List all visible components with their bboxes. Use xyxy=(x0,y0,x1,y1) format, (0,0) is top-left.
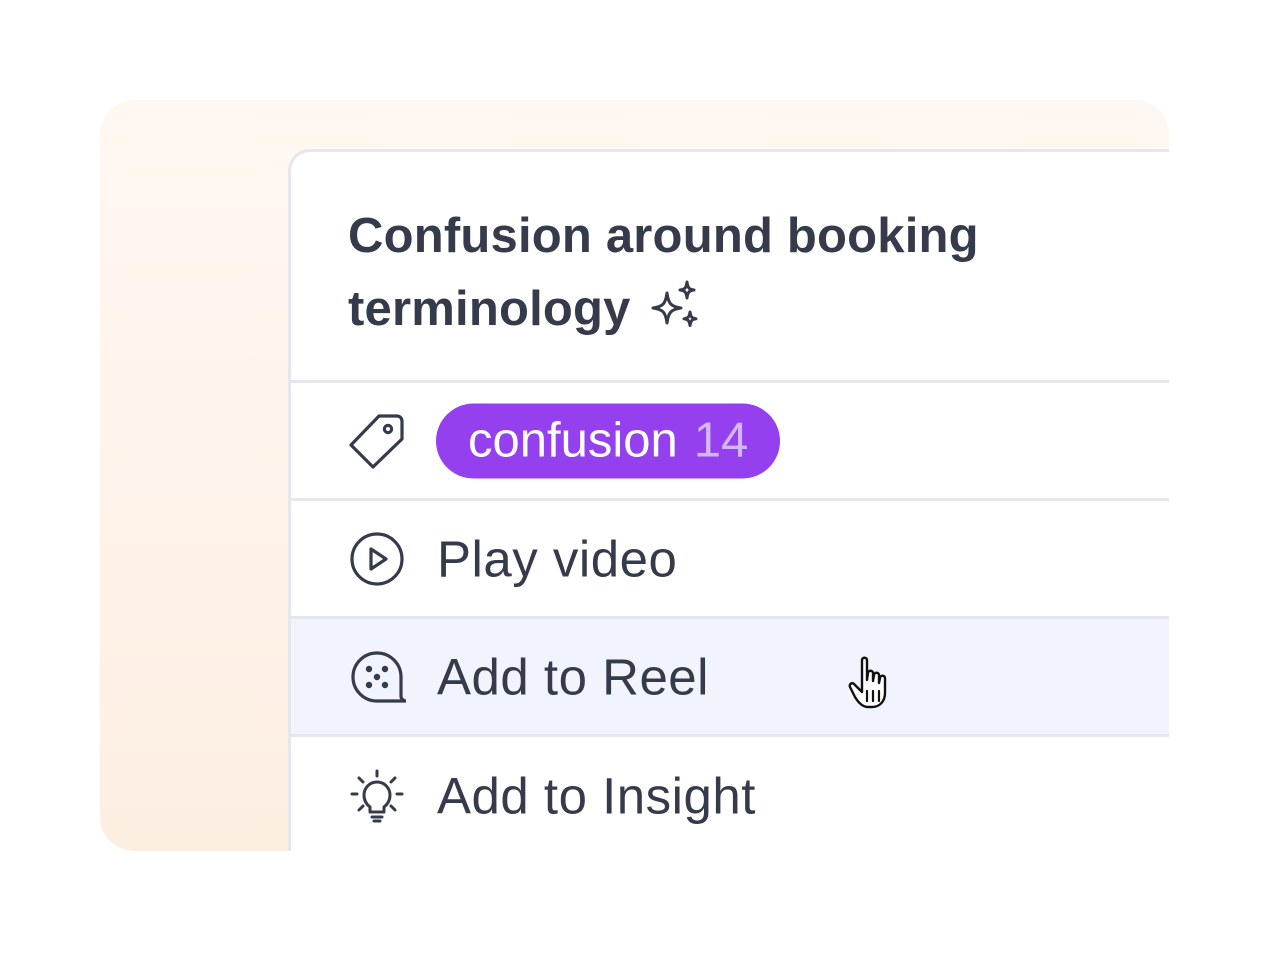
menu-item-play-video[interactable]: Play video xyxy=(291,501,1169,619)
tag-count: 14 xyxy=(693,413,749,468)
film-reel-icon xyxy=(351,650,406,703)
sparkles-icon xyxy=(651,280,698,328)
stage: Confusion around booking terminology con… xyxy=(0,0,1271,953)
lightbulb-icon xyxy=(350,769,404,823)
tag-label: confusion xyxy=(468,413,678,468)
title-block: Confusion around booking terminology xyxy=(291,152,1169,383)
play-video-label: Play video xyxy=(437,530,678,587)
confusion-tag[interactable]: confusion 14 xyxy=(436,403,781,478)
add-to-reel-label: Add to Reel xyxy=(437,648,710,705)
hand-pointer-icon xyxy=(848,656,887,709)
tag-icon xyxy=(349,413,404,469)
menu-item-add-to-reel[interactable]: Add to Reel xyxy=(291,619,1169,737)
insight-panel: Confusion around booking terminology con… xyxy=(288,149,1169,851)
add-to-insight-label: Add to Insight xyxy=(437,767,756,825)
menu-item-add-to-insight[interactable]: Add to Insight xyxy=(291,737,1169,851)
card-title: Confusion around booking terminology xyxy=(348,200,1068,346)
tag-row: confusion 14 xyxy=(291,383,1169,501)
play-circle-icon xyxy=(350,531,404,586)
